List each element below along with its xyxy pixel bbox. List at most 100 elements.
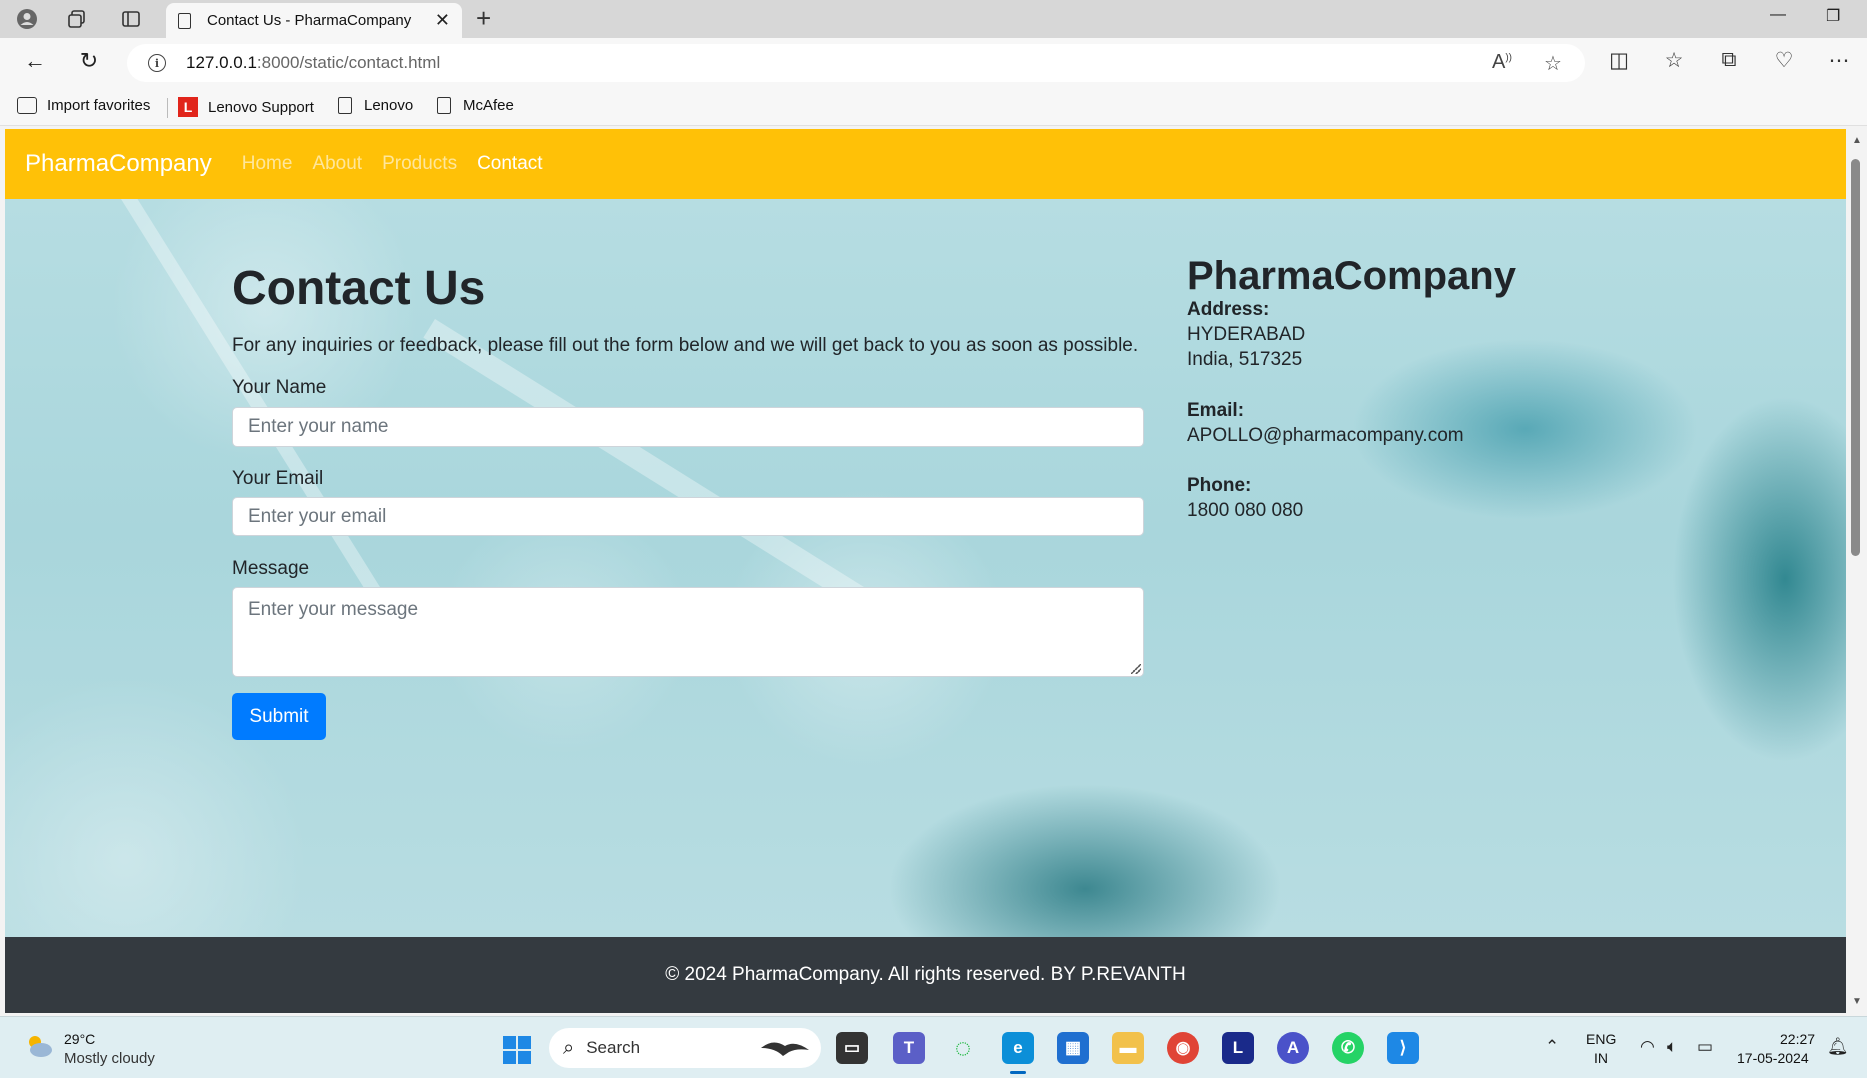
footer-text: © 2024 PharmaCompany. All rights reserve… xyxy=(665,964,1186,985)
nav-link-contact[interactable]: Contact xyxy=(477,153,542,175)
cloud-sun-icon xyxy=(29,1036,52,1057)
search-highlight-bird-icon xyxy=(761,1042,809,1056)
address-toolbar: ← ↻ i 127.0.0.1:8000/static/contact.html… xyxy=(0,38,1867,88)
scroll-down-icon[interactable]: ▼ xyxy=(1852,996,1862,1007)
task-view-icon[interactable]: ▭ xyxy=(836,1032,868,1064)
more-menu-icon[interactable]: ⋯ xyxy=(1824,48,1854,73)
taskbar-search[interactable]: ⌕ Search xyxy=(549,1028,821,1068)
site-info-icon[interactable]: i xyxy=(148,54,166,72)
page-viewport: PharmaCompany Home About Products Contac… xyxy=(5,129,1846,1013)
scroll-thumb[interactable] xyxy=(1851,159,1860,556)
page-icon xyxy=(178,12,191,29)
back-icon[interactable]: ← xyxy=(20,48,50,74)
bookmark-label: Import favorites xyxy=(47,97,151,114)
language-bottom[interactable]: IN xyxy=(1594,1050,1608,1066)
address-bar[interactable]: i 127.0.0.1:8000/static/contact.html A))… xyxy=(127,44,1585,82)
bookmark-lenovo[interactable]: Lenovo xyxy=(338,97,413,114)
read-aloud-icon[interactable]: A)) xyxy=(1492,51,1512,74)
email-info-label: Email: xyxy=(1187,400,1245,421)
bookmark-lenovo-support[interactable]: L Lenovo Support xyxy=(178,97,314,117)
browser-essentials-icon[interactable]: ♡ xyxy=(1769,48,1799,73)
favorite-star-icon[interactable]: ☆ xyxy=(1544,51,1562,76)
show-hidden-icons-icon[interactable]: ⌃ xyxy=(1545,1037,1559,1057)
profile-icon[interactable] xyxy=(12,5,42,33)
tab-title: Contact Us - PharmaCompany xyxy=(207,12,412,29)
nav-link-about[interactable]: About xyxy=(312,153,362,175)
contact-section: Contact Us For any inquiries or feedback… xyxy=(5,199,1846,937)
name-label: Your Name xyxy=(232,377,327,398)
nav-link-home[interactable]: Home xyxy=(242,153,293,175)
restore-icon[interactable]: ❐ xyxy=(1826,6,1840,26)
weather-description[interactable]: Mostly cloudy xyxy=(64,1050,155,1067)
collections-icon[interactable]: ⧉ xyxy=(1714,48,1744,72)
import-icon xyxy=(17,97,37,114)
search-icon: ⌕ xyxy=(563,1036,575,1059)
site-footer: © 2024 PharmaCompany. All rights reserve… xyxy=(5,937,1846,1013)
language-top[interactable]: ENG xyxy=(1586,1031,1616,1047)
name-input[interactable]: Enter your name xyxy=(232,407,1144,447)
submit-button[interactable]: Submit xyxy=(232,693,326,740)
url-host: 127.0.0.1 xyxy=(186,53,257,72)
refresh-icon[interactable]: ↻ xyxy=(74,48,104,74)
wifi-icon[interactable]: ◠ xyxy=(1640,1037,1655,1057)
notification-bell-icon[interactable]: 🔔︎ xyxy=(1827,1037,1849,1057)
bookmark-mcafee[interactable]: McAfee xyxy=(437,97,514,114)
name-placeholder: Enter your name xyxy=(248,416,389,437)
email-address: APOLLO@pharmacompany.com xyxy=(1187,425,1464,446)
chrome-icon[interactable]: ◉ xyxy=(1167,1032,1199,1064)
new-tab-icon[interactable]: + xyxy=(476,4,491,32)
message-textarea[interactable]: Enter your message xyxy=(232,587,1144,677)
resize-handle-icon[interactable] xyxy=(1131,664,1141,674)
edge-browser-icon[interactable]: e xyxy=(1002,1032,1034,1074)
message-placeholder: Enter your message xyxy=(248,599,419,620)
phone-number: 1800 080 080 xyxy=(1187,500,1304,521)
bookmark-divider xyxy=(167,98,168,118)
bookmark-label: McAfee xyxy=(463,97,514,114)
minimize-icon[interactable]: — xyxy=(1770,6,1786,24)
clock-time[interactable]: 22:27 xyxy=(1780,1031,1815,1047)
lenovo-vantage-icon[interactable]: L xyxy=(1222,1032,1254,1064)
file-explorer-icon[interactable]: ▬ xyxy=(1112,1032,1144,1064)
whatsapp-icon[interactable]: ✆ xyxy=(1332,1032,1364,1064)
address-line-2: India, 517325 xyxy=(1187,349,1303,370)
weather-temperature[interactable]: 29°C xyxy=(64,1031,95,1047)
page-title: Contact Us xyxy=(232,262,486,315)
bookmark-label: Lenovo Support xyxy=(208,98,314,116)
scroll-up-icon[interactable]: ▲ xyxy=(1852,135,1862,146)
close-tab-icon[interactable]: ✕ xyxy=(435,10,450,31)
windows-taskbar: 29°C Mostly cloudy ⌕ Search ▭ T ◌ e ▦ ▬ … xyxy=(0,1016,1867,1078)
workspaces-icon[interactable] xyxy=(62,5,92,33)
nav-link-products[interactable]: Products xyxy=(382,153,457,175)
battery-icon[interactable]: ▭ xyxy=(1697,1037,1713,1057)
teams-icon[interactable]: T xyxy=(893,1032,925,1064)
active-tab[interactable]: Contact Us - PharmaCompany ✕ xyxy=(166,3,462,38)
intro-text: For any inquiries or feedback, please fi… xyxy=(232,335,1139,356)
vscode-icon[interactable]: ⟩ xyxy=(1387,1032,1419,1064)
navbar-brand[interactable]: PharmaCompany xyxy=(25,150,212,178)
site-navbar: PharmaCompany Home About Products Contac… xyxy=(5,129,1846,199)
url-text: 127.0.0.1:8000/static/contact.html xyxy=(186,53,440,73)
app-a-icon[interactable]: A xyxy=(1277,1032,1309,1064)
email-input[interactable]: Enter your email xyxy=(232,497,1144,536)
bookmark-import-favorites[interactable]: Import favorites xyxy=(17,97,150,114)
content-container: Contact Us For any inquiries or feedback… xyxy=(232,199,1632,937)
split-screen-icon[interactable]: ◫ xyxy=(1604,48,1634,73)
email-label: Your Email xyxy=(232,468,324,489)
windows-start-icon[interactable] xyxy=(503,1036,531,1064)
browser-tab-bar: Contact Us - PharmaCompany ✕ + — ❐ xyxy=(0,0,1867,38)
page-icon xyxy=(338,97,352,114)
address-line-1: HYDERABAD xyxy=(1187,324,1306,345)
message-label: Message xyxy=(232,558,310,579)
page-scrollbar[interactable]: ▲ ▼ xyxy=(1846,129,1867,1013)
volume-icon[interactable]: 🔈︎ xyxy=(1667,1037,1677,1057)
lenovo-logo-icon: L xyxy=(178,97,198,117)
copilot-icon[interactable]: ◌ xyxy=(947,1032,979,1064)
favorites-icon[interactable]: ☆ xyxy=(1659,48,1689,73)
bookmark-label: Lenovo xyxy=(364,97,414,114)
microsoft-store-icon[interactable]: ▦ xyxy=(1057,1032,1089,1064)
email-placeholder: Enter your email xyxy=(248,505,387,527)
vertical-tabs-icon[interactable] xyxy=(116,5,146,33)
address-label: Address: xyxy=(1187,299,1270,320)
clock-date[interactable]: 17-05-2024 xyxy=(1737,1050,1809,1066)
phone-label: Phone: xyxy=(1187,475,1252,496)
